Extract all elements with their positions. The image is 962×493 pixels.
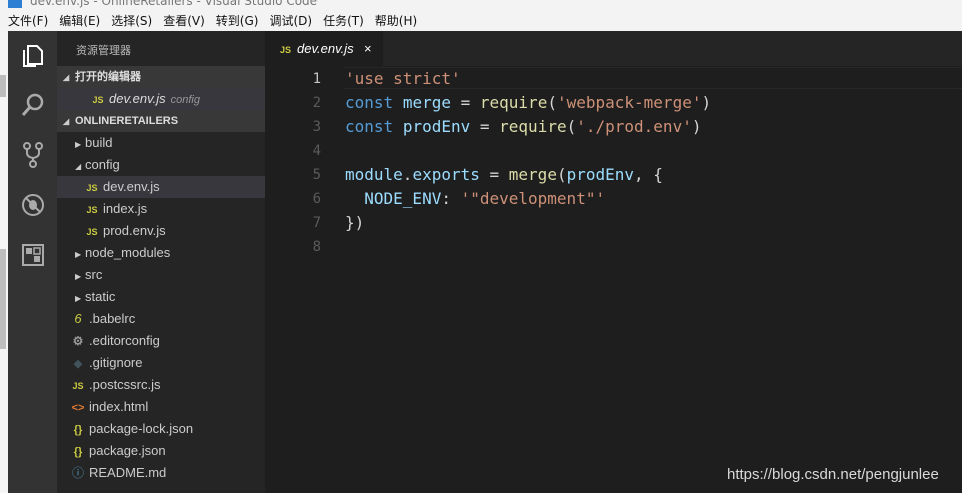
code-line-2: const merge = require('webpack-merge') bbox=[345, 93, 712, 112]
menu-bar: 文件(F) 编辑(E) 选择(S) 查看(V) 转到(G) 调试(D) 任务(T) 帮助(H) bbox=[0, 10, 962, 32]
tree-item-babelrc[interactable]: 6 .babelrc bbox=[57, 308, 265, 330]
explorer-title: 资源管理器 bbox=[76, 45, 131, 57]
window-title: dev.env.js - OnlineRetailers - Visual St… bbox=[30, 0, 318, 8]
debug-button[interactable] bbox=[8, 181, 57, 229]
js-file-icon: JS bbox=[86, 205, 98, 215]
chevron-right-icon: ▶ bbox=[75, 294, 82, 303]
search-button[interactable] bbox=[8, 81, 57, 129]
tree-item-postcssrc-js[interactable]: JS .postcssrc.js bbox=[57, 374, 265, 396]
chevron-right-icon: ▶ bbox=[75, 250, 82, 259]
chevron-right-icon: ▶ bbox=[75, 272, 82, 281]
close-icon[interactable]: × bbox=[364, 31, 372, 66]
info-icon: ⓘ bbox=[71, 466, 84, 480]
chevron-down-icon: ◢ bbox=[63, 117, 70, 126]
code-line-7: }) bbox=[345, 213, 365, 232]
tree-item-editorconfig[interactable]: ⚙ .editorconfig bbox=[57, 330, 265, 352]
code-line-5: module.exports = merge(prodEnv, { bbox=[345, 165, 663, 184]
project-header[interactable]: ◢ ONLINERETAILERS bbox=[57, 110, 265, 132]
search-icon bbox=[21, 93, 43, 116]
line-number: 6 bbox=[312, 191, 321, 207]
line-number: 5 bbox=[312, 167, 321, 183]
js-file-icon: JS bbox=[92, 95, 104, 105]
tree-item-gitignore[interactable]: ◆ .gitignore bbox=[57, 352, 265, 374]
git-icon: ◆ bbox=[73, 358, 83, 370]
tree-item-index-js[interactable]: JS index.js bbox=[57, 198, 265, 220]
open-editor-item[interactable]: JS dev.env.js config bbox=[57, 88, 265, 110]
tree-item-src[interactable]: ▶ src bbox=[57, 264, 265, 286]
line-number: 4 bbox=[312, 143, 321, 159]
menu-go[interactable]: 转到(G) bbox=[213, 11, 262, 32]
tree-item-dev-env-js[interactable]: JS dev.env.js bbox=[57, 176, 265, 198]
files-icon bbox=[22, 45, 43, 67]
js-file-icon: JS bbox=[86, 227, 98, 237]
code-line-6: NODE_ENV: '"development"' bbox=[364, 189, 606, 208]
tab-dev-env-js[interactable]: JS dev.env.js × bbox=[265, 31, 383, 66]
js-file-icon: JS bbox=[72, 381, 84, 391]
left-window-edge bbox=[0, 31, 8, 493]
code-line-1: 'use strict' bbox=[345, 69, 461, 88]
explorer-sidebar: 资源管理器 ◢ 打开的编辑器 JS dev.env.js config ◢ ONLINE… bbox=[57, 31, 265, 493]
explorer-button[interactable] bbox=[8, 31, 57, 79]
activity-bar bbox=[8, 31, 57, 493]
line-number: 8 bbox=[312, 239, 321, 255]
babel-icon: 6 bbox=[74, 311, 82, 326]
menu-file[interactable]: 文件(F) bbox=[5, 11, 51, 32]
menu-view[interactable]: 查看(V) bbox=[160, 11, 208, 32]
json-icon: {} bbox=[73, 446, 83, 458]
source-control-icon bbox=[22, 142, 43, 168]
chevron-down-icon: ◢ bbox=[63, 73, 70, 82]
html-icon: <> bbox=[71, 402, 85, 414]
open-editors-header[interactable]: ◢ 打开的编辑器 bbox=[57, 66, 265, 88]
tab-bar: JS dev.env.js × bbox=[265, 31, 962, 66]
extensions-icon bbox=[21, 244, 44, 266]
js-file-icon: JS bbox=[280, 45, 292, 55]
tree-item-package-json[interactable]: {} package.json bbox=[57, 440, 265, 462]
line-number: 2 bbox=[312, 95, 321, 111]
line-number: 3 bbox=[312, 119, 321, 135]
extensions-button[interactable] bbox=[8, 231, 57, 279]
tree-item-package-lock-json[interactable]: {} package-lock.json bbox=[57, 418, 265, 440]
menu-tasks[interactable]: 任务(T) bbox=[320, 11, 367, 32]
tree-item-config[interactable]: ◢ config bbox=[57, 154, 265, 176]
tree-item-node-modules[interactable]: ▶ node_modules bbox=[57, 242, 265, 264]
chevron-down-icon: ◢ bbox=[75, 162, 82, 171]
menu-debug[interactable]: 调试(D) bbox=[266, 11, 315, 32]
json-icon: {} bbox=[73, 424, 83, 436]
tree-item-index-html[interactable]: <> index.html bbox=[57, 396, 265, 418]
title-bar: dev.env.js - OnlineRetailers - Visual St… bbox=[0, 0, 962, 10]
watermark: https://blog.csdn.net/pengjunlee bbox=[727, 466, 939, 483]
line-number: 1 bbox=[312, 71, 321, 87]
tree-item-static[interactable]: ▶ static bbox=[57, 286, 265, 308]
js-file-icon: JS bbox=[86, 183, 98, 193]
code-line-3: const prodEnv = require('./prod.env') bbox=[345, 117, 702, 136]
vscode-logo-icon bbox=[8, 0, 22, 8]
debug-icon bbox=[21, 194, 44, 216]
source-control-button[interactable] bbox=[8, 131, 57, 179]
menu-selection[interactable]: 选择(S) bbox=[108, 11, 155, 32]
code-editor[interactable]: 'use strict' const merge = require('webp… bbox=[345, 67, 711, 259]
tab-label: dev.env.js bbox=[297, 41, 354, 56]
editor-area: JS dev.env.js × 1 2 3 4 5 6 7 8 'use stri… bbox=[265, 31, 962, 493]
menu-edit[interactable]: 编辑(E) bbox=[56, 11, 103, 32]
gear-icon: ⚙ bbox=[72, 334, 84, 348]
tree-item-build[interactable]: ▶ build bbox=[57, 132, 265, 154]
tree-item-prod-env-js[interactable]: JS prod.env.js bbox=[57, 220, 265, 242]
menu-help[interactable]: 帮助(H) bbox=[372, 11, 420, 32]
chevron-right-icon: ▶ bbox=[75, 140, 82, 149]
line-number: 7 bbox=[312, 215, 321, 231]
tree-item-readme-md[interactable]: ⓘ README.md bbox=[57, 462, 265, 484]
